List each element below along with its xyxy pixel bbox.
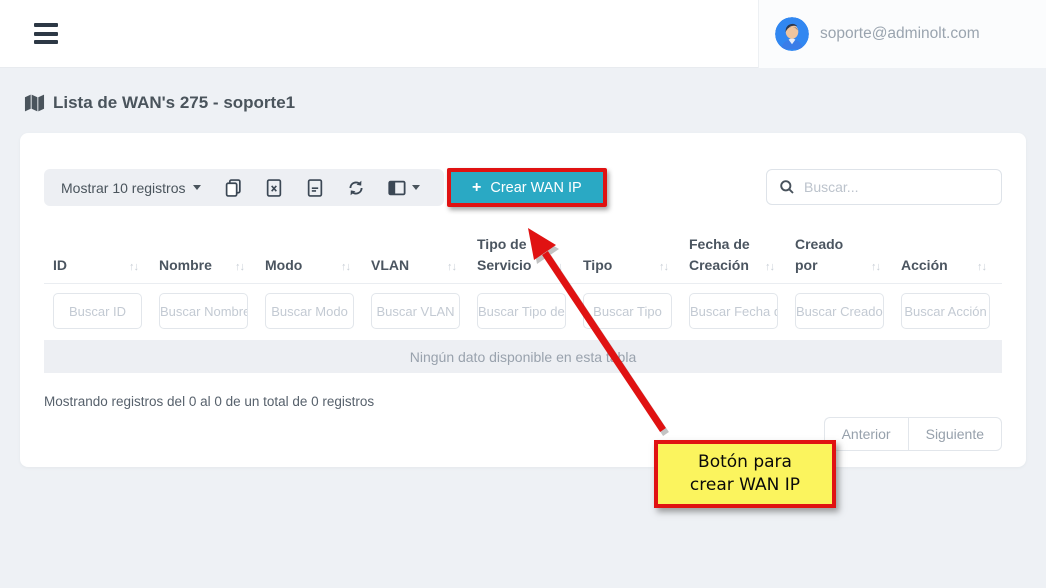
table-info-text: Mostrando registros del 0 al 0 de un tot…	[44, 394, 374, 409]
hamburger-menu-icon[interactable]	[34, 23, 58, 45]
column-filter-input[interactable]	[159, 293, 248, 329]
page-title-row: Lista de WAN's 275 - soporte1	[24, 93, 295, 113]
top-bar: soporte@adminolt.com	[0, 0, 1046, 68]
column-header-label: Acción	[901, 255, 948, 275]
filter-cell	[786, 284, 892, 336]
column-visibility-dropdown[interactable]	[388, 179, 420, 197]
annotation-highlight-box: + Crear WAN IP	[447, 168, 607, 207]
map-icon	[24, 93, 45, 113]
table-search	[766, 169, 1002, 205]
user-avatar[interactable]	[775, 17, 809, 51]
column-header-label: Modo	[265, 255, 302, 275]
column-header-label: Tipo de Servicio	[477, 234, 541, 275]
column-header-label: Nombre	[159, 255, 212, 275]
page-title: Lista de WAN's 275 - soporte1	[53, 93, 295, 113]
column-header[interactable]: Creado por ↑↓	[786, 229, 892, 283]
column-header[interactable]: VLAN ↑↓	[362, 229, 468, 283]
copy-icon[interactable]	[224, 179, 242, 197]
annotation-text-line2: crear WAN IP	[690, 474, 800, 497]
search-icon	[779, 179, 795, 195]
create-wan-ip-label: Crear WAN IP	[490, 180, 581, 196]
column-header-label: Creado por	[795, 234, 859, 275]
table-filter-row	[44, 284, 1002, 336]
filter-cell	[362, 284, 468, 336]
annotation-callout: Botón para crear WAN IP	[654, 440, 836, 508]
export-file-icon[interactable]	[306, 179, 324, 197]
filter-cell	[150, 284, 256, 336]
column-filter-input[interactable]	[265, 293, 354, 329]
tools-pill: Mostrar 10 registros	[44, 169, 444, 206]
column-header[interactable]: Modo ↑↓	[256, 229, 362, 283]
column-header[interactable]: Tipo ↑↓	[574, 229, 680, 283]
export-tools	[224, 179, 420, 197]
wan-list-card: Mostrar 10 registros	[20, 133, 1026, 467]
previous-page-button[interactable]: Anterior	[824, 417, 908, 451]
sort-icon[interactable]: ↑↓	[447, 261, 456, 275]
column-filter-input[interactable]	[689, 293, 778, 329]
filter-cell	[256, 284, 362, 336]
table-toolbar: Mostrar 10 registros	[44, 168, 1002, 207]
sort-icon[interactable]: ↑↓	[765, 261, 774, 275]
filter-cell	[44, 284, 150, 336]
column-filter-input[interactable]	[795, 293, 884, 329]
sort-icon[interactable]: ↑↓	[129, 261, 138, 275]
column-filter-input[interactable]	[583, 293, 672, 329]
annotation-text-line1: Botón para	[698, 451, 792, 474]
filter-cell	[680, 284, 786, 336]
sort-icon[interactable]: ↑↓	[871, 261, 880, 275]
column-header[interactable]: Tipo de Servicio ↑↓	[468, 229, 574, 283]
column-header[interactable]: ID ↑↓	[44, 229, 150, 283]
plus-icon: +	[472, 180, 481, 196]
sort-icon[interactable]: ↑↓	[659, 261, 668, 275]
pagination: Anterior Siguiente	[824, 417, 1002, 451]
column-header[interactable]: Fecha de Creación ↑↓	[680, 229, 786, 283]
user-email: soporte@adminolt.com	[820, 25, 980, 43]
filter-cell	[892, 284, 998, 336]
filter-cell	[468, 284, 574, 336]
refresh-icon[interactable]	[347, 179, 365, 197]
create-wan-ip-button[interactable]: + Crear WAN IP	[451, 172, 603, 203]
column-header-label: ID	[53, 255, 67, 275]
search-input[interactable]	[804, 179, 974, 195]
column-filter-input[interactable]	[901, 293, 990, 329]
chevron-down-icon	[193, 185, 201, 190]
length-menu-label: Mostrar 10 registros	[61, 180, 185, 196]
column-header-label: Fecha de Creación	[689, 234, 753, 275]
column-filter-input[interactable]	[477, 293, 566, 329]
column-header-label: VLAN	[371, 255, 409, 275]
user-menu[interactable]: soporte@adminolt.com	[758, 0, 1046, 68]
sort-icon[interactable]: ↑↓	[341, 261, 350, 275]
column-filter-input[interactable]	[371, 293, 460, 329]
column-visibility-icon	[388, 179, 406, 197]
chevron-down-icon	[412, 185, 420, 190]
column-filter-input[interactable]	[53, 293, 142, 329]
column-header-label: Tipo	[583, 255, 612, 275]
export-excel-icon[interactable]	[265, 179, 283, 197]
sort-icon[interactable]: ↑↓	[235, 261, 244, 275]
sort-icon[interactable]: ↑↓	[977, 261, 986, 275]
empty-state-text: Ningún dato disponible en esta tabla	[410, 349, 637, 365]
empty-state-row: Ningún dato disponible en esta tabla	[44, 340, 1002, 373]
column-header[interactable]: Acción ↑↓	[892, 229, 998, 283]
filter-cell	[574, 284, 680, 336]
length-menu-dropdown[interactable]: Mostrar 10 registros	[61, 180, 201, 196]
next-page-button[interactable]: Siguiente	[908, 417, 1002, 451]
column-header[interactable]: Nombre ↑↓	[150, 229, 256, 283]
table-header-row: ID↑↓Nombre↑↓Modo↑↓VLAN↑↓Tipo de Servicio…	[44, 229, 1002, 284]
sort-icon[interactable]: ↑↓	[553, 261, 562, 275]
